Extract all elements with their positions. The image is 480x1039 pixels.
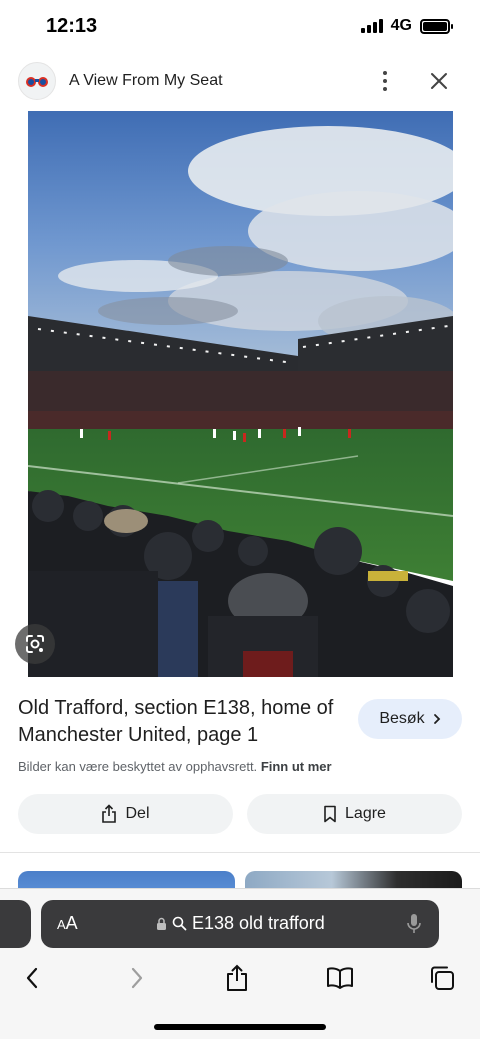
bookmarks-button[interactable]: [323, 961, 357, 995]
result-title[interactable]: Old Trafford, section E138, home of Manc…: [18, 695, 338, 749]
share-page-button[interactable]: [220, 961, 254, 995]
share-icon: [102, 804, 117, 823]
forward-button[interactable]: [120, 961, 154, 995]
aa-large-glyph: A: [65, 913, 78, 933]
copyright-text: Bilder kan være beskyttet av opphavsrett…: [18, 759, 258, 774]
url-text: E138 old trafford: [192, 913, 325, 933]
more-vert-icon[interactable]: [372, 66, 398, 96]
share-icon: [227, 964, 247, 991]
address-bar-content[interactable]: E138 old trafford: [156, 913, 325, 934]
network-type: 4G: [390, 17, 412, 34]
lock-icon: [157, 917, 166, 930]
back-button[interactable]: [15, 961, 49, 995]
share-button-label: Del: [125, 805, 150, 822]
chevron-right-icon: [131, 967, 143, 989]
page-settings-button[interactable]: AA: [57, 913, 78, 934]
close-icon[interactable]: [424, 66, 454, 96]
status-icons: 4G: [360, 17, 453, 35]
binoculars-icon[interactable]: [18, 62, 56, 100]
stadium-photo[interactable]: [28, 111, 453, 677]
chevron-right-icon: [433, 714, 440, 724]
share-button[interactable]: Del: [18, 794, 233, 834]
copyright-notice: Bilder kan være beskyttet av opphavsrett…: [18, 759, 332, 774]
book-icon: [327, 967, 353, 989]
learn-more-link[interactable]: Finn ut mer: [261, 759, 332, 774]
home-indicator: [154, 1024, 326, 1030]
microphone-icon[interactable]: [405, 912, 423, 936]
battery-icon: [420, 18, 453, 34]
chevron-left-icon: [26, 967, 38, 989]
source-site-title[interactable]: A View From My Seat: [69, 72, 223, 90]
save-button-label: Lagre: [345, 805, 386, 822]
cellular-signal-icon: [360, 19, 383, 33]
browser-toolbar: AA E138 old trafford: [0, 888, 480, 1039]
google-lens-icon[interactable]: [15, 624, 55, 664]
status-bar: 12:13 4G: [0, 0, 480, 56]
save-button[interactable]: Lagre: [247, 794, 462, 834]
source-header: A View From My Seat: [0, 56, 480, 110]
tabs-icon: [431, 966, 454, 990]
bookmark-icon: [324, 805, 336, 823]
tabs-button[interactable]: [425, 961, 459, 995]
section-divider: [0, 852, 480, 853]
previous-tab-peek[interactable]: [0, 900, 31, 948]
visit-button-label: Besøk: [379, 710, 425, 727]
aa-small-glyph: A: [57, 917, 66, 932]
address-bar[interactable]: AA E138 old trafford: [41, 900, 439, 948]
visit-button[interactable]: Besøk: [358, 699, 462, 739]
search-icon: [172, 916, 187, 931]
status-time: 12:13: [46, 15, 98, 37]
